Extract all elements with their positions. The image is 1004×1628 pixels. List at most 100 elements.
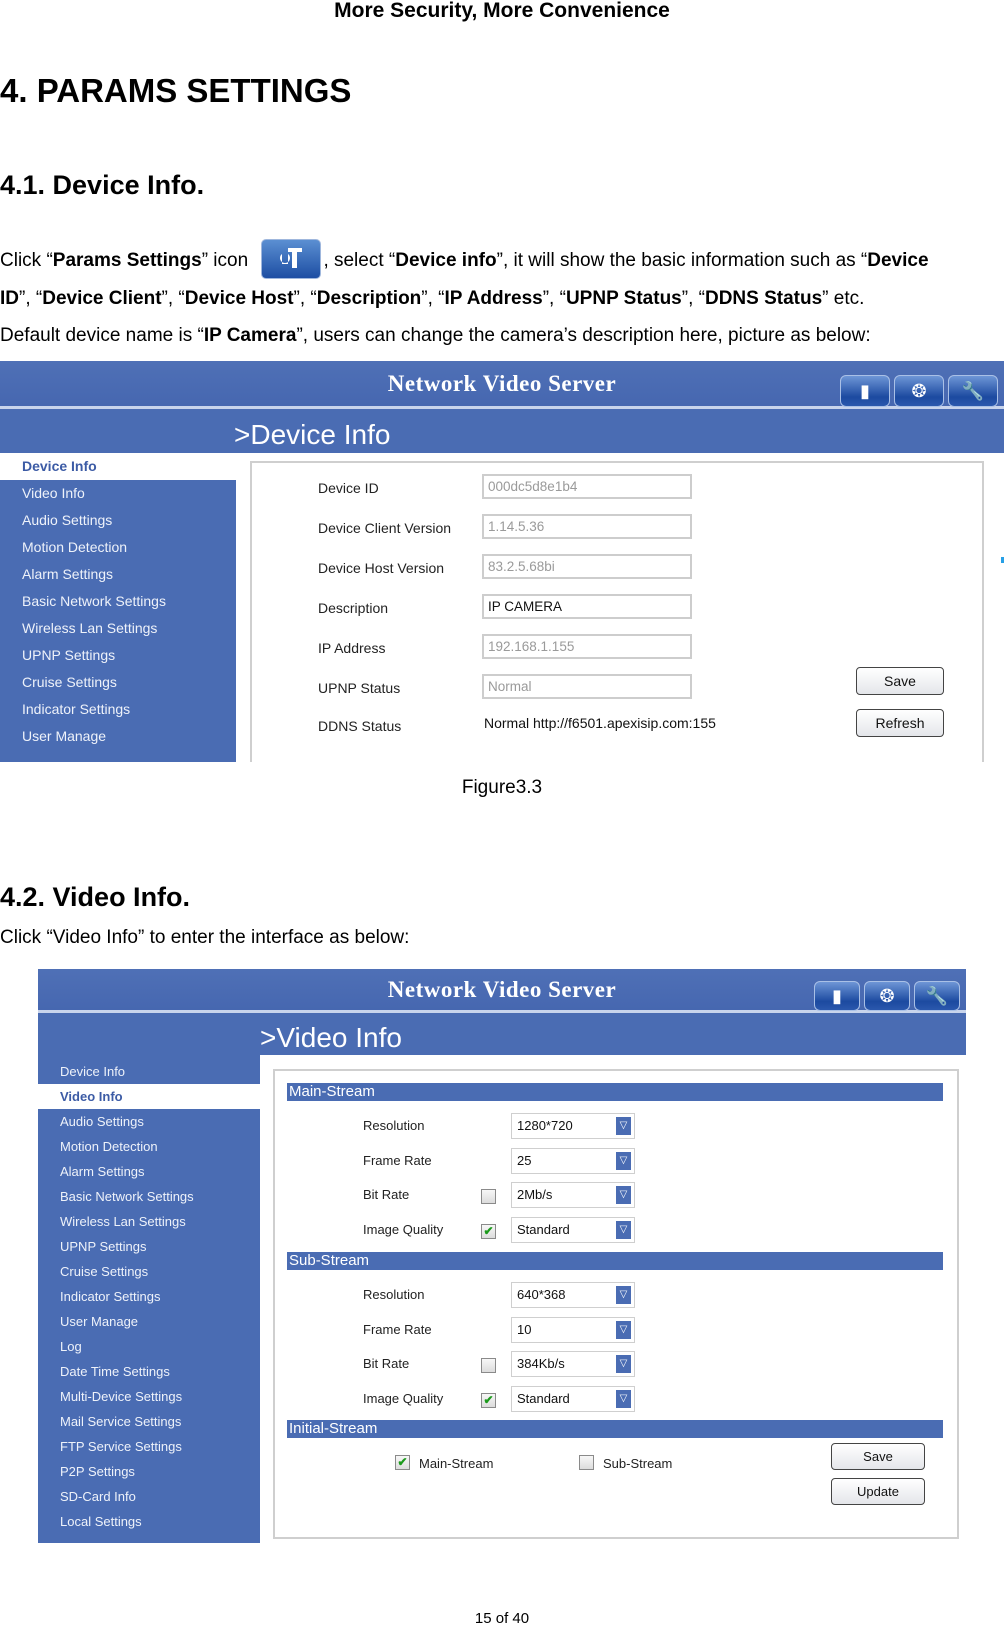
sidebar-item-indicator-settings[interactable]: Indicator Settings	[38, 1284, 260, 1309]
select-value: 640*368	[517, 1287, 566, 1302]
sidebar-item-upnp-settings[interactable]: UPNP Settings	[38, 1234, 260, 1259]
select-value: 1280*720	[517, 1118, 573, 1133]
sidebar-item-log[interactable]: Log	[38, 1334, 260, 1359]
chevron-down-icon[interactable]: ▽	[616, 1117, 631, 1135]
chevron-down-icon[interactable]: ▽	[616, 1355, 631, 1373]
save-button[interactable]: Save	[856, 667, 944, 695]
main-stream-header: Main-Stream	[287, 1083, 943, 1101]
description-field[interactable]: IP CAMERA	[482, 594, 692, 619]
tools-icon[interactable]: 🔧	[948, 375, 998, 407]
frame-rate-label: Frame Rate	[363, 1321, 432, 1337]
page-number: 15 of 40	[474, 1610, 530, 1627]
sidebar-item-date-time-settings[interactable]: Date Time Settings	[38, 1359, 260, 1384]
main-stream-checkbox[interactable]: ✔	[395, 1455, 410, 1470]
image-quality-select[interactable]: Standard ▽	[511, 1216, 635, 1243]
sidebar-item-motion-detection[interactable]: Motion Detection	[0, 534, 236, 561]
chevron-down-icon[interactable]: ▽	[616, 1389, 631, 1408]
page-header: More Security, More Convenience	[334, 0, 670, 22]
bit-rate-checkbox[interactable]	[481, 1189, 496, 1204]
image-quality-checkbox[interactable]: ✔	[481, 1223, 496, 1239]
sidebar-item-wireless-lan-settings[interactable]: Wireless Lan Settings	[38, 1209, 260, 1234]
film-reel-icon[interactable]: ❂	[864, 981, 910, 1011]
bit-rate-label: Bit Rate	[363, 1187, 410, 1202]
select-value: 10	[517, 1321, 532, 1337]
sidebar-item-device-info[interactable]: Device Info	[0, 453, 236, 480]
bit-rate-select[interactable]: 384Kb/s ▽	[511, 1351, 635, 1377]
sidebar-item-video-info[interactable]: Video Info	[0, 480, 236, 507]
params-settings-icon	[261, 239, 322, 279]
paragraph-video-info: Click “Video Info” to enter the interfac…	[0, 927, 410, 948]
select-value: 384Kb/s	[517, 1356, 565, 1371]
film-reel-icon[interactable]: ❂	[894, 375, 944, 407]
video-info-screenshot: Network Video Server ▮ ❂ 🔧 >Video Info D…	[38, 969, 966, 1543]
sidebar-menu: Device Info Video Info Audio Settings Motio…	[38, 1053, 260, 1534]
sidebar-item-video-info[interactable]: Video Info	[38, 1084, 260, 1109]
sidebar-item-alarm-settings[interactable]: Alarm Settings	[38, 1159, 260, 1184]
sidebar-item-p2p-settings[interactable]: P2P Settings	[38, 1459, 260, 1484]
sidebar-item-user-manage[interactable]: User Manage	[38, 1309, 260, 1334]
sidebar-item-upnp-settings[interactable]: UPNP Settings	[0, 642, 236, 669]
chevron-down-icon[interactable]: ▽	[616, 1286, 631, 1304]
section-title-device-info: 4.1. Device Info.	[0, 170, 205, 200]
sidebar-item-indicator-settings[interactable]: Indicator Settings	[0, 696, 236, 723]
device-host-version-label: Device Host Version	[318, 560, 445, 576]
sidebar-item-audio-settings[interactable]: Audio Settings	[0, 507, 236, 534]
toolbar: ▮ ❂ 🔧	[814, 981, 960, 1011]
image-quality-label: Image Quality	[363, 1221, 444, 1237]
monitor-icon[interactable]: ▮	[814, 981, 860, 1011]
image-quality-label: Image Quality	[363, 1390, 444, 1406]
resolution-label: Resolution	[363, 1118, 425, 1133]
select-value: 25	[517, 1152, 532, 1168]
image-quality-checkbox[interactable]: ✔	[481, 1392, 496, 1408]
main-stream-label: Main-Stream	[419, 1456, 494, 1471]
bit-rate-label: Bit Rate	[363, 1356, 410, 1371]
sidebar-item-basic-network-settings[interactable]: Basic Network Settings	[0, 588, 236, 615]
sidebar-item-wireless-lan-settings[interactable]: Wireless Lan Settings	[0, 615, 236, 642]
description-label: Description	[318, 600, 389, 616]
chevron-down-icon[interactable]: ▽	[616, 1186, 631, 1204]
sidebar-item-ftp-service-settings[interactable]: FTP Service Settings	[38, 1434, 260, 1459]
chevron-down-icon[interactable]: ▽	[616, 1220, 631, 1239]
frame-rate-select[interactable]: 10 ▽	[511, 1316, 635, 1343]
content-area: Main-Stream Resolution 1280*720 ▽ Frame Rate…	[260, 1055, 966, 1543]
ip-address-field: 192.168.1.155	[482, 634, 692, 659]
refresh-button[interactable]: Refresh	[856, 709, 944, 737]
video-info-panel: Main-Stream Resolution 1280*720 ▽ Frame Rate…	[273, 1069, 959, 1539]
sidebar-item-basic-network-settings[interactable]: Basic Network Settings	[38, 1184, 260, 1209]
section-heading: >Device Info	[234, 419, 391, 450]
app-header: Network Video Server ▮ ❂ 🔧	[0, 361, 1004, 409]
bit-rate-checkbox[interactable]	[481, 1358, 496, 1373]
frame-rate-select[interactable]: 25 ▽	[511, 1147, 635, 1174]
sub-stream-label: Sub-Stream	[603, 1456, 673, 1471]
sidebar-item-local-settings[interactable]: Local Settings	[38, 1509, 260, 1534]
sidebar-item-device-info[interactable]: Device Info	[38, 1059, 260, 1084]
save-button[interactable]: Save	[831, 1443, 925, 1470]
ip-address-label: IP Address	[318, 640, 386, 656]
device-host-version-field: 83.2.5.68bi	[482, 554, 692, 579]
sidebar-item-cruise-settings[interactable]: Cruise Settings	[0, 669, 236, 696]
update-button[interactable]: Update	[831, 1478, 925, 1505]
bit-rate-select[interactable]: 2Mb/s ▽	[511, 1182, 635, 1208]
image-quality-select[interactable]: Standard ▽	[511, 1385, 635, 1412]
sidebar-item-mail-service-settings[interactable]: Mail Service Settings	[38, 1409, 260, 1434]
chevron-down-icon[interactable]: ▽	[616, 1320, 631, 1339]
paragraph-2: ID”, “Device Client”, “Device Host”, “De…	[0, 288, 865, 309]
sidebar-item-multi-device-settings[interactable]: Multi-Device Settings	[38, 1384, 260, 1409]
figure-caption: Figure3.3	[461, 777, 543, 798]
sidebar-item-alarm-settings[interactable]: Alarm Settings	[0, 561, 236, 588]
tools-icon[interactable]: 🔧	[914, 981, 960, 1011]
device-id-field: 000dc5d8e1b4	[482, 474, 692, 499]
chevron-down-icon[interactable]: ▽	[616, 1151, 631, 1170]
resolution-select[interactable]: 640*368 ▽	[511, 1282, 635, 1308]
sidebar-item-cruise-settings[interactable]: Cruise Settings	[38, 1259, 260, 1284]
sub-stream-checkbox[interactable]	[579, 1455, 594, 1470]
sidebar-item-sd-card-info[interactable]: SD-Card Info	[38, 1484, 260, 1509]
sidebar-item-audio-settings[interactable]: Audio Settings	[38, 1109, 260, 1134]
monitor-icon[interactable]: ▮	[840, 375, 890, 407]
sidebar-item-user-manage[interactable]: User Manage	[0, 723, 236, 750]
resolution-select[interactable]: 1280*720 ▽	[511, 1113, 635, 1139]
sidebar-item-motion-detection[interactable]: Motion Detection	[38, 1134, 260, 1159]
device-info-panel: Device ID 000dc5d8e1b4 Device Client Versi…	[250, 461, 984, 762]
section-heading: >Video Info	[260, 1022, 402, 1053]
resolution-label: Resolution	[363, 1287, 425, 1302]
